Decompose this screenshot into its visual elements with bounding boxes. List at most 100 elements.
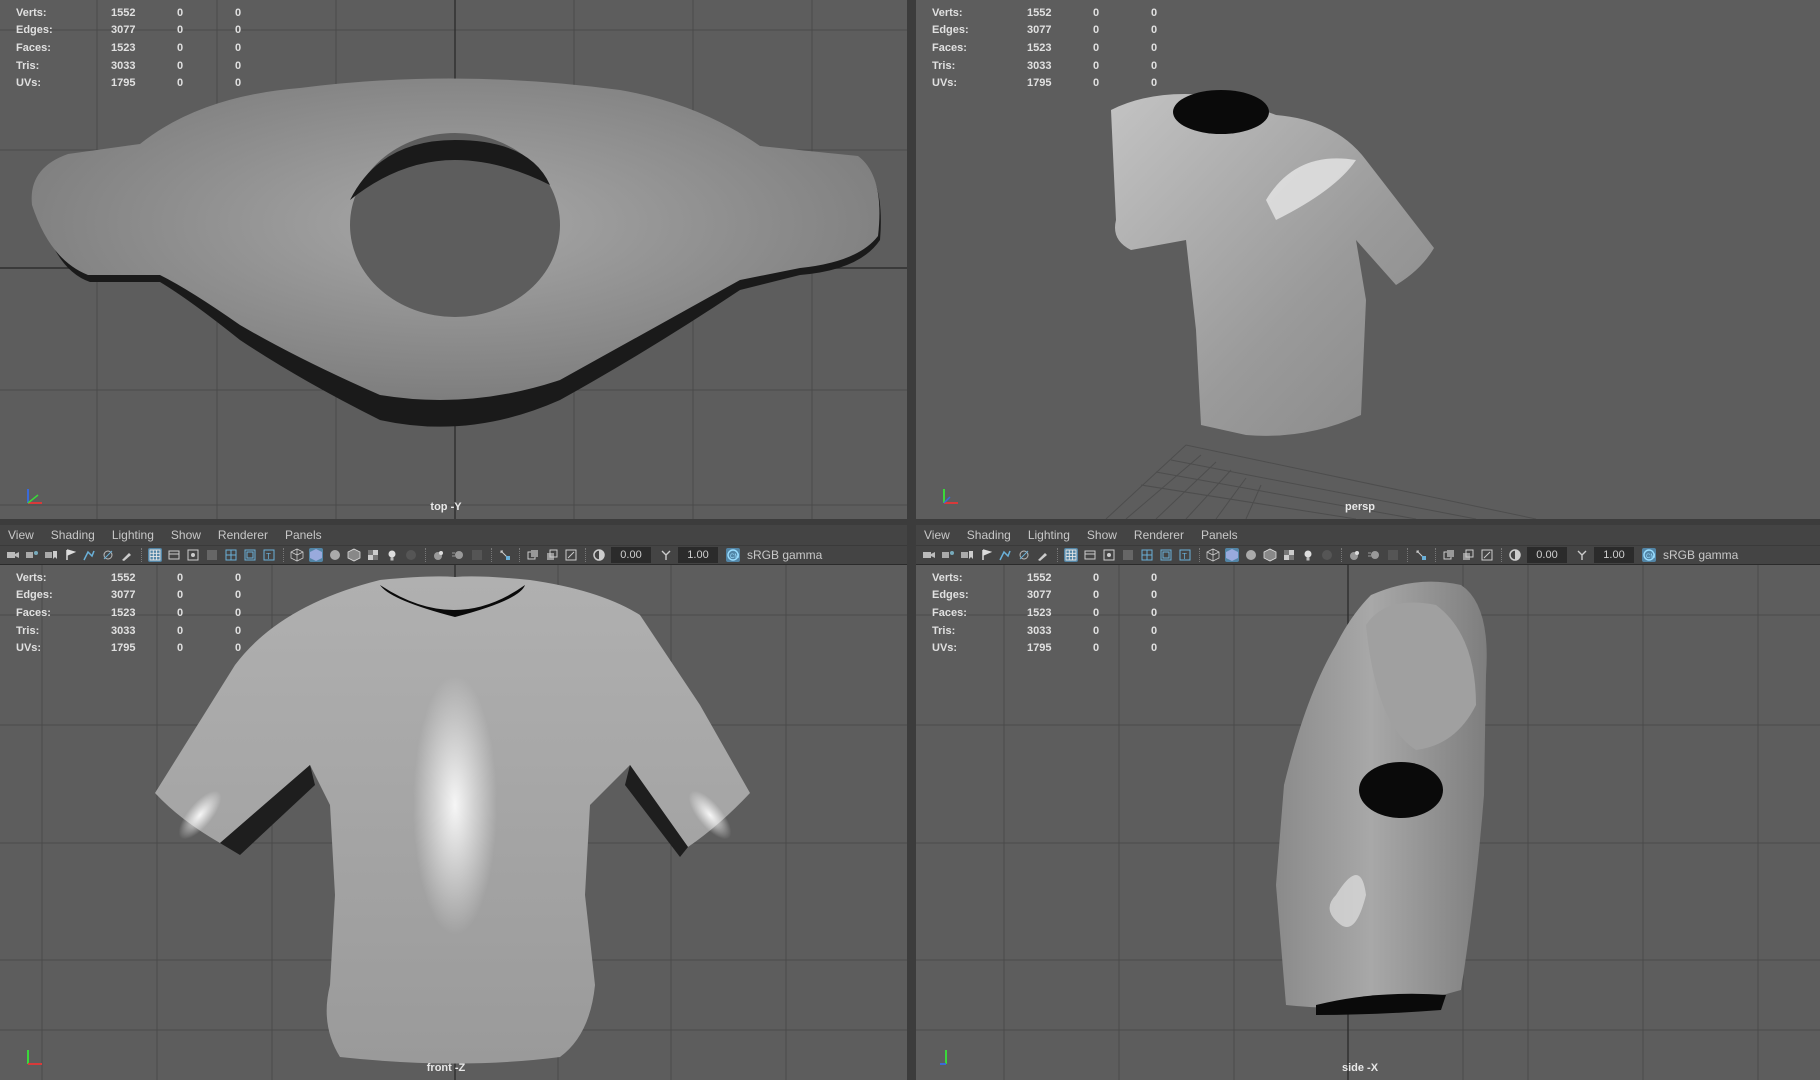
pane-divider-horizontal[interactable] [0, 519, 1820, 525]
camera-icon[interactable] [922, 548, 936, 562]
gamma-icon[interactable] [1575, 548, 1589, 562]
menu-lighting[interactable]: Lighting [1028, 528, 1070, 542]
xray-active-icon[interactable] [1480, 548, 1494, 562]
default-material-icon[interactable] [1244, 548, 1258, 562]
brush-icon[interactable] [120, 548, 134, 562]
grid-icon[interactable] [148, 548, 162, 562]
front-view-canvas[interactable]: Verts: 1552 0 0 Edges: 3077 0 0 Faces: 1523 0 0 T… [0, 565, 907, 1080]
safe-action-icon[interactable] [1159, 548, 1173, 562]
hud-edges-uv: 0 [235, 24, 242, 37]
gate-mask-icon[interactable] [205, 548, 219, 562]
ambient-occlusion-icon[interactable] [1348, 548, 1362, 562]
grid-icon[interactable] [1064, 548, 1078, 562]
color-space-label[interactable]: sRGB gamma [747, 548, 822, 562]
toolbar-separator [1407, 548, 1410, 562]
safe-action-icon[interactable] [243, 548, 257, 562]
select-camera-icon[interactable] [82, 548, 96, 562]
hud-faces-selected: 0 [1093, 41, 1100, 54]
flag-icon[interactable] [63, 548, 77, 562]
color-management-icon[interactable]: CM [1642, 548, 1656, 562]
menu-renderer[interactable]: Renderer [1134, 528, 1184, 542]
hud-tris-label: Tris: [16, 624, 40, 637]
menu-shading[interactable]: Shading [51, 528, 95, 542]
xray-joints-icon[interactable] [545, 548, 559, 562]
menu-view[interactable]: View [924, 528, 950, 542]
select-camera-icon[interactable] [998, 548, 1012, 562]
default-material-icon[interactable] [328, 548, 342, 562]
exposure-icon[interactable] [1508, 548, 1522, 562]
anti-aliasing-icon[interactable] [1386, 548, 1400, 562]
motion-blur-icon[interactable] [451, 548, 465, 562]
hud-uvs-uv: 0 [1151, 77, 1158, 90]
anti-aliasing-icon[interactable] [470, 548, 484, 562]
resolution-gate-icon[interactable] [1102, 548, 1116, 562]
texture-icon[interactable] [366, 548, 380, 562]
menu-show[interactable]: Show [171, 528, 201, 542]
toolbar-separator [491, 548, 494, 562]
viewport-persp[interactable]: Verts: 1552 0 0 Edges: 3077 0 0 Faces: 1523 0 0 T… [916, 0, 1820, 519]
isolate-icon[interactable] [498, 548, 512, 562]
viewport-front[interactable]: View Shading Lighting Show Renderer Pane… [0, 525, 907, 1080]
axis-gizmo-icon [27, 489, 42, 504]
smooth-shade-icon[interactable] [1225, 548, 1239, 562]
color-space-label[interactable]: sRGB gamma [1663, 548, 1738, 562]
film-gate-icon[interactable] [1083, 548, 1097, 562]
motion-blur-icon[interactable] [1367, 548, 1381, 562]
menu-shading[interactable]: Shading [967, 528, 1011, 542]
wireframe-icon[interactable] [290, 548, 304, 562]
exposure-icon[interactable] [592, 548, 606, 562]
menu-show[interactable]: Show [1087, 528, 1117, 542]
xray-icon[interactable] [1442, 548, 1456, 562]
field-chart-icon[interactable] [224, 548, 238, 562]
menu-renderer[interactable]: Renderer [218, 528, 268, 542]
field-chart-icon[interactable] [1140, 548, 1154, 562]
gamma-field[interactable] [1594, 547, 1634, 563]
safe-title-icon[interactable]: T [262, 548, 276, 562]
svg-text:CM: CM [1646, 554, 1655, 560]
gate-mask-icon[interactable] [1121, 548, 1135, 562]
xray-joints-icon[interactable] [1461, 548, 1475, 562]
xray-icon[interactable] [526, 548, 540, 562]
bookmark-icon[interactable] [44, 548, 58, 562]
menu-view[interactable]: View [8, 528, 34, 542]
ambient-occlusion-icon[interactable] [432, 548, 446, 562]
viewport-side[interactable]: View Shading Lighting Show Renderer Pane… [916, 525, 1820, 1080]
menu-lighting[interactable]: Lighting [112, 528, 154, 542]
exposure-field[interactable] [611, 547, 651, 563]
resolution-gate-icon[interactable] [186, 548, 200, 562]
flag-icon[interactable] [979, 548, 993, 562]
xray-active-icon[interactable] [564, 548, 578, 562]
light-icon[interactable] [385, 548, 399, 562]
hud-verts-value: 1552 [111, 571, 136, 584]
tumble-icon[interactable] [101, 548, 115, 562]
tumble-icon[interactable] [1017, 548, 1031, 562]
texture-icon[interactable] [1282, 548, 1296, 562]
menu-panels[interactable]: Panels [1201, 528, 1238, 542]
shadow-icon[interactable] [1320, 548, 1334, 562]
wireframe-on-shaded-icon[interactable] [347, 548, 361, 562]
isolate-icon[interactable] [1414, 548, 1428, 562]
side-view-canvas[interactable]: Verts: 1552 0 0 Edges: 3077 0 0 Faces: 1523 0 0 T… [916, 565, 1820, 1080]
gamma-field[interactable] [678, 547, 718, 563]
camera-icon[interactable] [6, 548, 20, 562]
hud-verts-uv: 0 [235, 571, 242, 584]
pane-divider-vertical[interactable] [907, 0, 916, 1080]
shadow-icon[interactable] [404, 548, 418, 562]
hud-verts-selected: 0 [1093, 6, 1100, 19]
menu-panels[interactable]: Panels [285, 528, 322, 542]
camera-attributes-icon[interactable] [941, 548, 955, 562]
bookmark-icon[interactable] [960, 548, 974, 562]
wireframe-on-shaded-icon[interactable] [1263, 548, 1277, 562]
wireframe-icon[interactable] [1206, 548, 1220, 562]
exposure-field[interactable] [1527, 547, 1567, 563]
viewport-top[interactable]: Verts: 1552 0 0 Edges: 3077 0 0 Faces: 1523 0 0 T… [0, 0, 907, 519]
film-gate-icon[interactable] [167, 548, 181, 562]
color-management-icon[interactable]: CM [726, 548, 740, 562]
brush-icon[interactable] [1036, 548, 1050, 562]
light-icon[interactable] [1301, 548, 1315, 562]
smooth-shade-icon[interactable] [309, 548, 323, 562]
hud-edges-selected: 0 [177, 24, 184, 37]
gamma-icon[interactable] [659, 548, 673, 562]
safe-title-icon[interactable]: T [1178, 548, 1192, 562]
camera-attributes-icon[interactable] [25, 548, 39, 562]
